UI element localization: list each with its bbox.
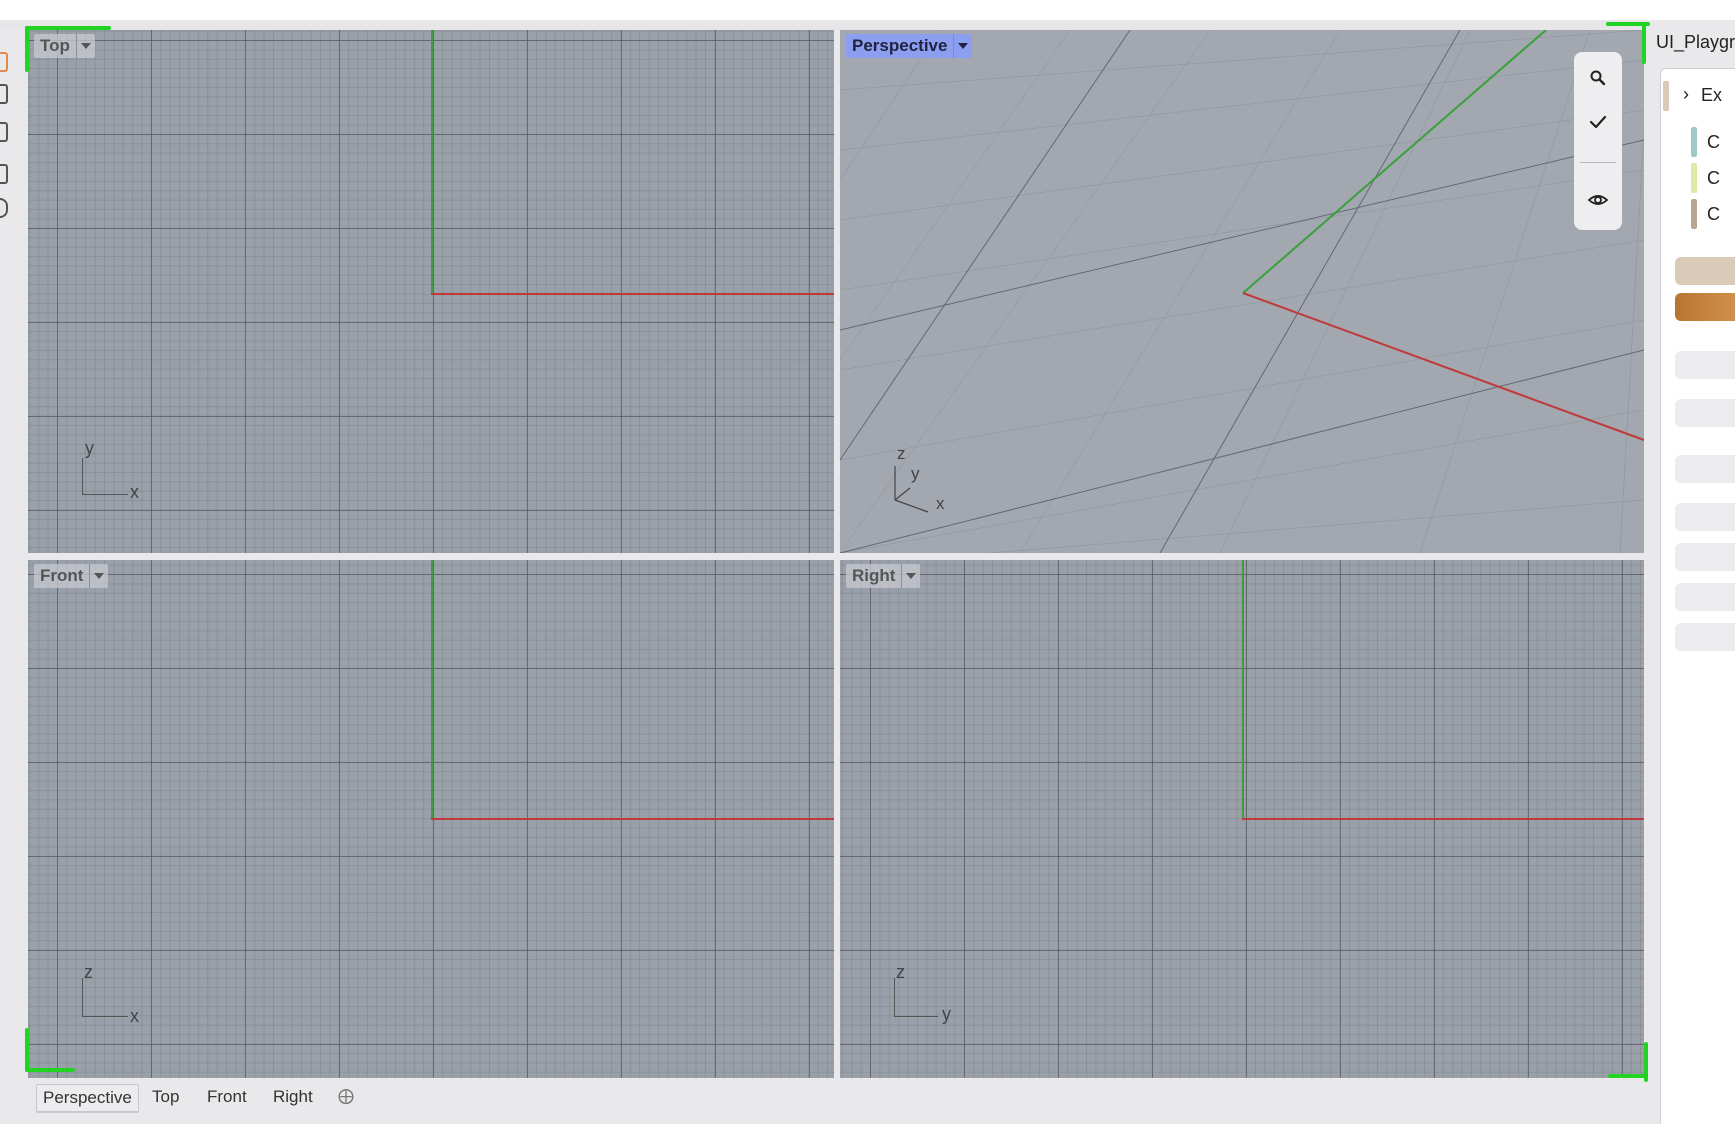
- tab-top[interactable]: Top: [146, 1084, 185, 1110]
- tool-icon-2[interactable]: [0, 84, 8, 104]
- viewport-label-right[interactable]: Right: [846, 564, 921, 588]
- add-tab-icon[interactable]: ⨁: [332, 1084, 360, 1110]
- axis-label-z: z: [84, 962, 93, 982]
- annotation-mark: [1608, 1074, 1648, 1078]
- axis-label-z: z: [897, 444, 906, 463]
- axis-label-z: z: [896, 962, 905, 982]
- title-strip: [0, 0, 1735, 20]
- eye-icon[interactable]: [1582, 184, 1614, 216]
- tab-perspective[interactable]: Perspective: [36, 1084, 139, 1113]
- axis-icon-horizontal: [82, 494, 128, 495]
- annotation-mark: [25, 1068, 75, 1072]
- y-axis-line: [1242, 818, 1644, 820]
- chevron-down-icon[interactable]: [901, 564, 920, 588]
- annotation-mark: [25, 26, 29, 72]
- panel-button-brown[interactable]: [1675, 293, 1735, 321]
- viewport-title: Top: [40, 36, 70, 55]
- axis-label-y: y: [85, 438, 94, 458]
- nav-divider: [1580, 162, 1616, 163]
- panel-field[interactable]: [1675, 583, 1735, 611]
- tab-right[interactable]: Right: [267, 1084, 319, 1110]
- panel-field[interactable]: [1675, 455, 1735, 483]
- section-stripe: [1663, 81, 1669, 111]
- axis-label-y: y: [942, 1004, 951, 1024]
- annotation-mark: [25, 1028, 29, 1072]
- panel-field[interactable]: [1675, 543, 1735, 571]
- left-toolbar: [0, 30, 26, 1090]
- axis-icon-vertical: [82, 978, 83, 1016]
- section-label: Ex: [1701, 85, 1723, 105]
- viewport-perspective[interactable]: Perspective z y x: [840, 30, 1644, 553]
- tool-icon-4[interactable]: [0, 164, 8, 184]
- panel-field[interactable]: [1675, 623, 1735, 651]
- check-icon[interactable]: [1582, 106, 1614, 138]
- viewport-tabs: Perspective Top Front Right ⨁: [26, 1080, 1646, 1114]
- viewport-front[interactable]: Front z x: [28, 560, 834, 1078]
- panel-title: UI_Playgro: [1656, 32, 1735, 52]
- color-stripe: [1691, 163, 1697, 193]
- axis-label-y: y: [911, 464, 920, 483]
- x-axis-line: [431, 293, 834, 295]
- axis-label-x: x: [130, 1006, 139, 1026]
- color-stripe: [1691, 199, 1697, 229]
- viewport-title: Right: [852, 566, 896, 585]
- perspective-grid: [840, 30, 1644, 553]
- z-axis-line: [431, 560, 433, 820]
- axis-icon-horizontal: [894, 1016, 938, 1017]
- axis-icon-vertical: [894, 978, 895, 1016]
- toolbar-strip: [0, 20, 1735, 30]
- list-item-label: C: [1707, 168, 1720, 188]
- chevron-right-icon[interactable]: ›: [1683, 84, 1689, 105]
- list-item-label: C: [1707, 132, 1720, 152]
- viewport-title: Perspective: [852, 36, 948, 55]
- annotation-mark: [25, 26, 111, 30]
- viewport-nav-toolbar: [1574, 52, 1622, 230]
- annotation-mark: [1642, 22, 1646, 64]
- tool-icon-5[interactable]: [0, 198, 8, 218]
- viewport-label-top[interactable]: Top: [34, 34, 95, 58]
- color-stripe: [1691, 127, 1697, 157]
- panel-content: › Ex C C C: [1660, 68, 1735, 1124]
- chevron-down-icon[interactable]: [89, 564, 108, 588]
- panel-field[interactable]: [1675, 351, 1735, 379]
- panel-button-tan[interactable]: [1675, 257, 1735, 285]
- viewport-title: Front: [40, 566, 84, 585]
- viewport-top[interactable]: Top y x: [28, 30, 834, 553]
- z-axis-line: [1242, 560, 1244, 820]
- axis-label-x: x: [130, 482, 139, 502]
- tool-icon-3[interactable]: [0, 122, 8, 142]
- list-item-label: C: [1707, 204, 1720, 224]
- x-axis-line: [431, 818, 834, 820]
- chevron-down-icon[interactable]: [953, 34, 972, 58]
- panel-field[interactable]: [1675, 503, 1735, 531]
- viewport-label-perspective[interactable]: Perspective: [846, 34, 973, 58]
- search-icon[interactable]: [1582, 62, 1614, 94]
- y-axis-line: [431, 30, 433, 294]
- axis-label-x: x: [936, 494, 945, 513]
- tab-front[interactable]: Front: [201, 1084, 253, 1110]
- right-panel: UI_Playgro › Ex C C C: [1648, 20, 1735, 1124]
- viewport-label-front[interactable]: Front: [34, 564, 109, 588]
- axis-icon-vertical: [82, 458, 83, 494]
- axis-icon-horizontal: [82, 1016, 128, 1017]
- panel-field[interactable]: [1675, 399, 1735, 427]
- chevron-down-icon[interactable]: [75, 34, 95, 58]
- tool-icon-1[interactable]: [0, 52, 8, 72]
- viewport-right[interactable]: Right z y: [840, 560, 1644, 1078]
